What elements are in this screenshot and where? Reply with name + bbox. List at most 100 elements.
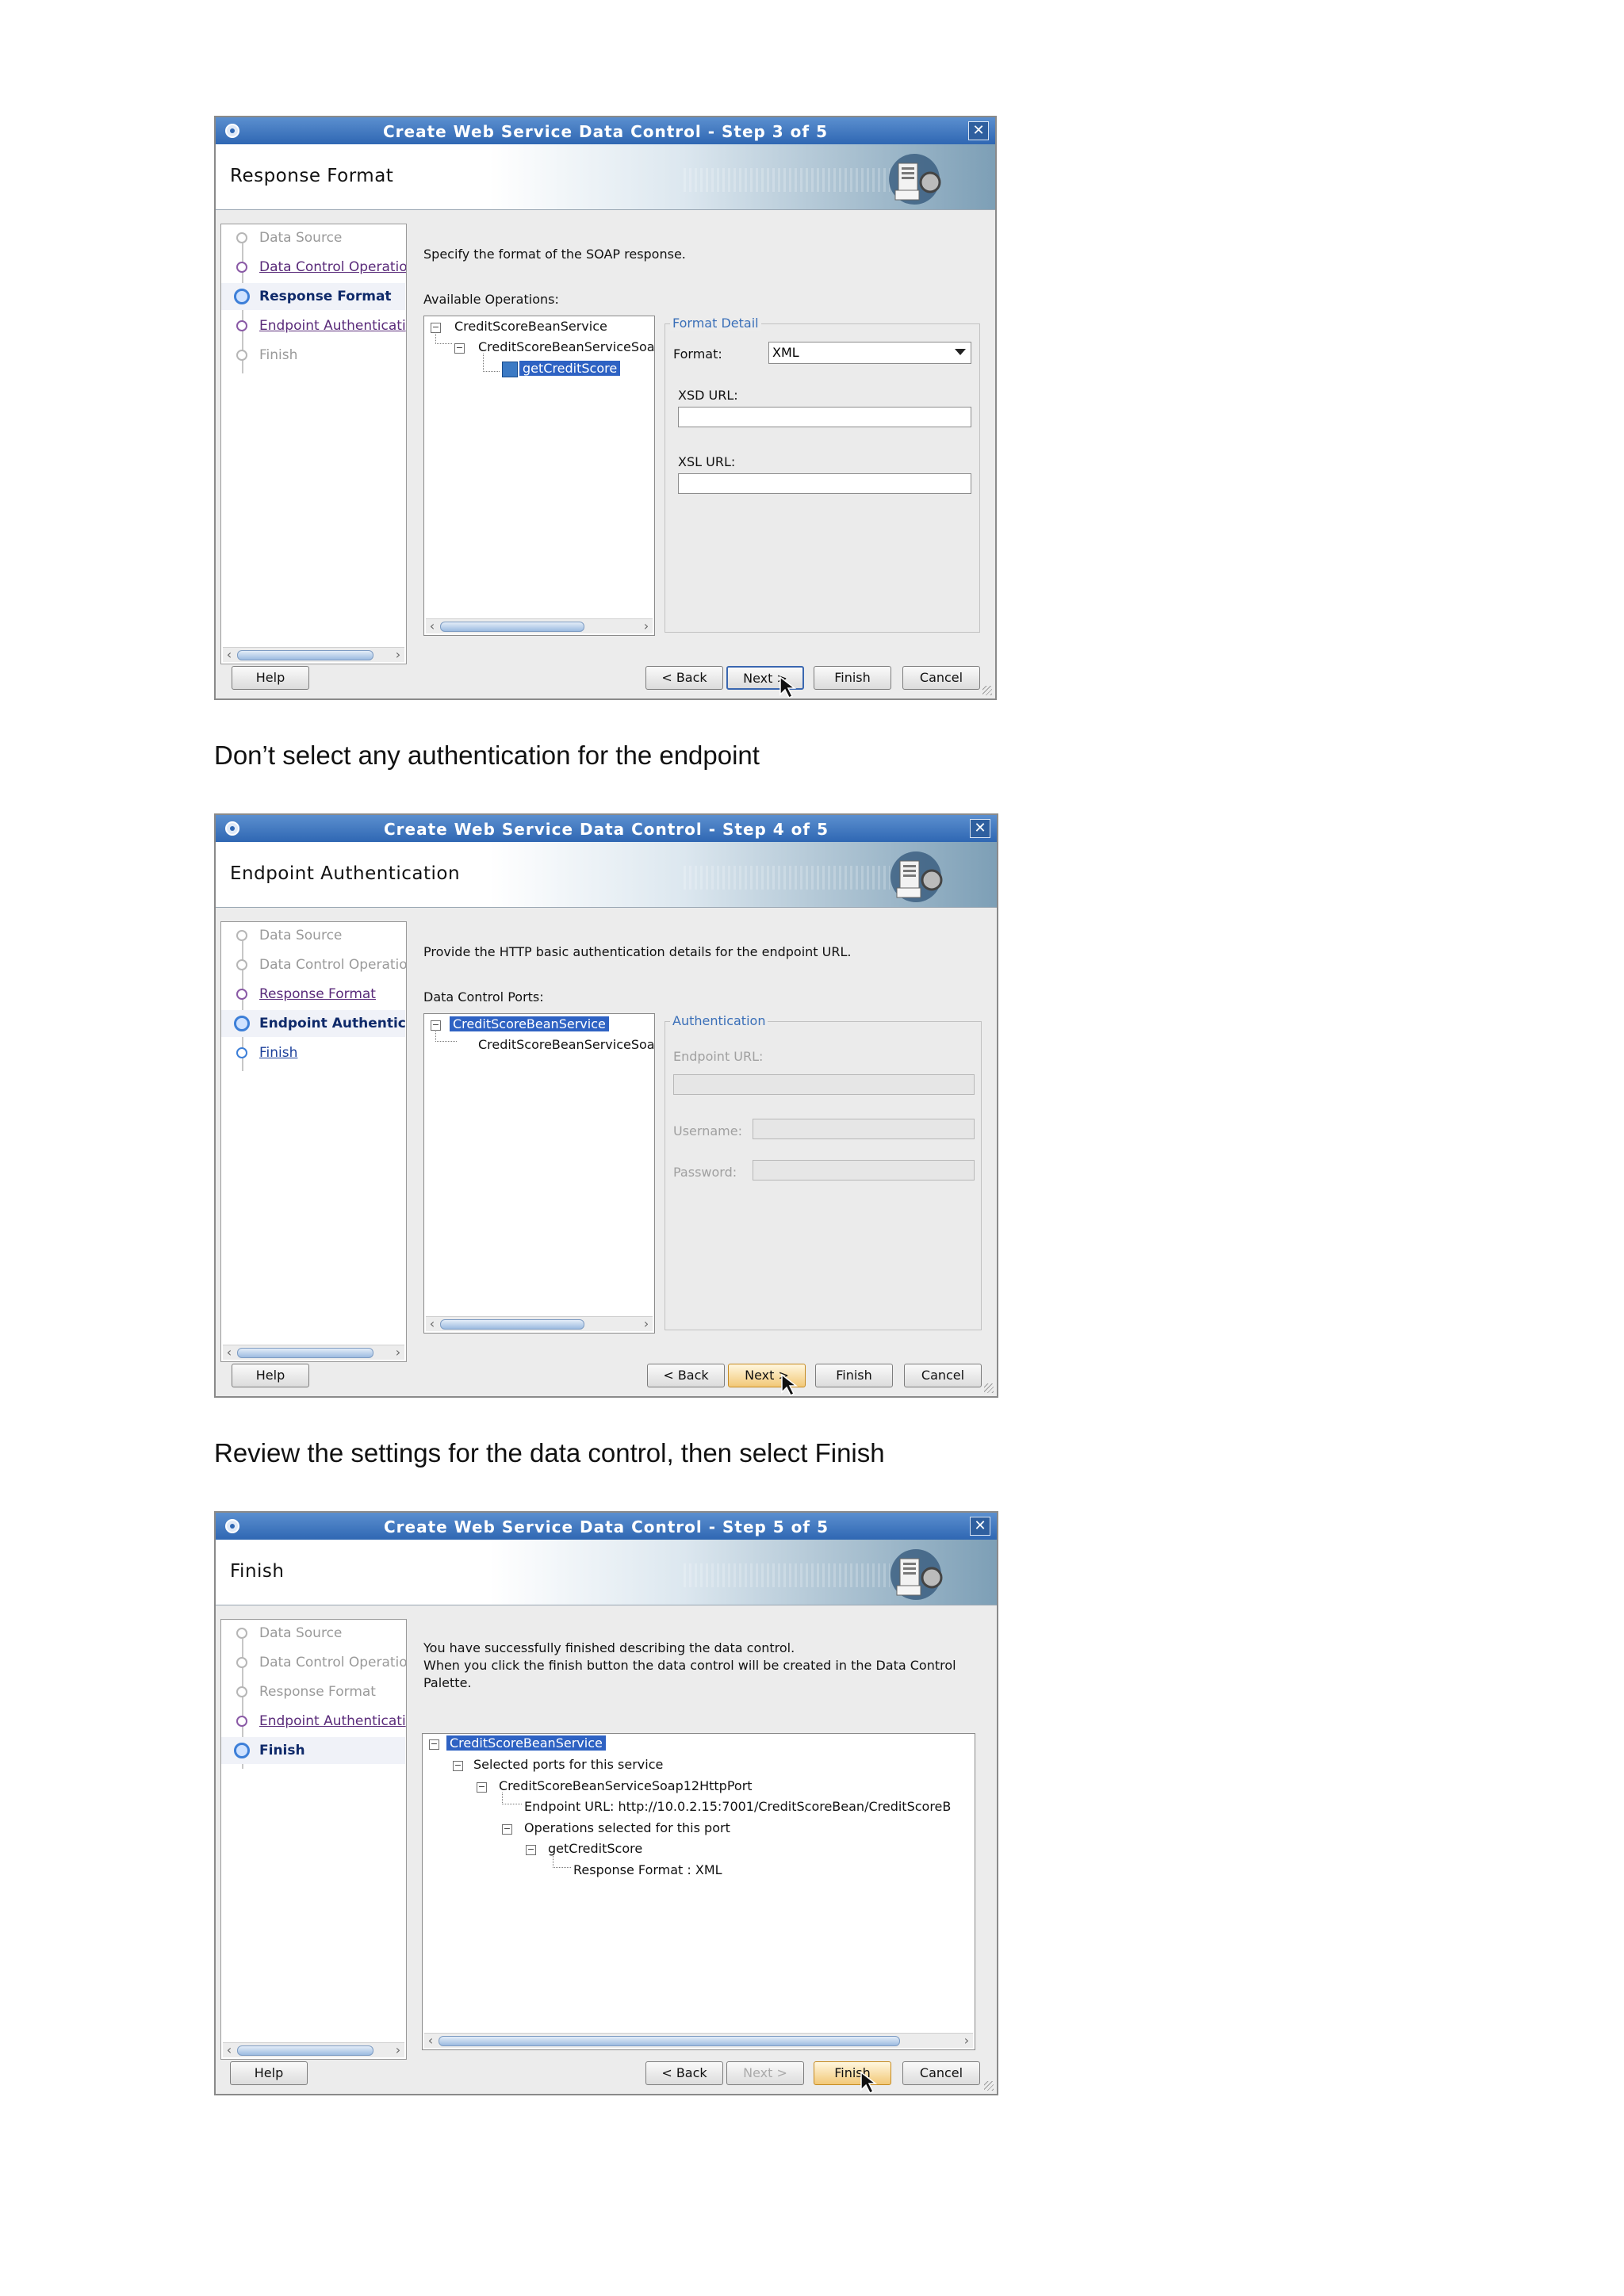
collapse-icon[interactable]: − (477, 1782, 487, 1793)
collapse-icon[interactable]: − (453, 1761, 463, 1771)
title-bar[interactable]: Create Web Service Data Control - Step 5… (216, 1513, 997, 1540)
endpoint-url-input[interactable] (673, 1074, 975, 1095)
format-label: Format: (673, 346, 722, 362)
xsd-url-label: XSD URL: (678, 388, 738, 403)
tree-scrollbar[interactable]: ‹ › (426, 618, 653, 633)
scroll-right-icon[interactable]: › (392, 2042, 404, 2057)
step-response-format: Response Format (221, 283, 405, 310)
step-data-control-operations: Data Control Operatio (221, 951, 406, 978)
step-finish: Finish (221, 342, 405, 369)
step-description: Specify the format of the SOAP response. (423, 247, 686, 262)
back-button[interactable]: < Back (645, 2061, 723, 2085)
summary-tree[interactable]: − CreditScoreBeanService − Selected port… (422, 1733, 975, 2050)
scroll-right-icon[interactable]: › (640, 1316, 653, 1331)
collapse-icon[interactable]: − (502, 1824, 512, 1835)
tree-node-port[interactable]: CreditScoreBeanServiceSoa (478, 339, 654, 354)
scroll-right-icon[interactable]: › (640, 618, 653, 633)
header-logo-icon (891, 851, 943, 902)
step-response-format[interactable]: Response Format (221, 981, 405, 1008)
collapse-icon[interactable]: − (526, 1845, 536, 1855)
mouse-cursor-icon (860, 2071, 878, 2095)
collapse-icon[interactable]: − (454, 343, 465, 354)
finish-button[interactable]: Finish (815, 1364, 893, 1387)
tree-node-service-selected[interactable]: CreditScoreBeanService (449, 1016, 610, 1032)
description-line: When you click the finish button the dat… (423, 1658, 956, 1673)
tree-node-operations[interactable]: Operations selected for this port (524, 1820, 730, 1835)
format-select[interactable]: XML (768, 342, 971, 364)
tree-node-response-format[interactable]: Response Format : XML (573, 1862, 722, 1877)
steps-scrollbar[interactable]: ‹ › (223, 1345, 404, 1360)
wizard-header: Endpoint Authentication (216, 842, 997, 908)
available-operations-label: Available Operations: (423, 292, 559, 307)
xsl-url-input[interactable] (678, 473, 971, 494)
xsd-url-input[interactable] (678, 407, 971, 427)
cancel-button[interactable]: Cancel (902, 666, 980, 690)
format-detail-group: Format Detail Format: XML XSD URL: XSL U… (665, 316, 980, 633)
dialog-step-3: Create Web Service Data Control - Step 3… (214, 116, 997, 700)
step-endpoint-authentication[interactable]: Endpoint Authenticati (221, 1708, 406, 1735)
tree-node-operation-selected[interactable]: getCreditScore (518, 360, 622, 377)
scroll-left-icon[interactable]: ‹ (426, 1316, 439, 1331)
tree-node-service[interactable]: CreditScoreBeanService (454, 319, 607, 334)
cancel-button[interactable]: Cancel (904, 1364, 982, 1387)
next-button-disabled: Next > (726, 2061, 804, 2085)
steps-scrollbar[interactable]: ‹ › (223, 2042, 404, 2057)
scroll-right-icon[interactable]: › (392, 1345, 404, 1360)
cancel-button[interactable]: Cancel (902, 2061, 980, 2085)
tree-node-port[interactable]: CreditScoreBeanServiceSoa (478, 1037, 654, 1052)
username-input[interactable] (753, 1119, 975, 1139)
format-value: XML (772, 345, 799, 360)
dialog-step-4: Create Web Service Data Control - Step 4… (214, 813, 998, 1398)
endpoint-url-label: Endpoint URL: (673, 1049, 764, 1064)
steps-scrollbar[interactable]: ‹ › (223, 647, 404, 662)
scroll-right-icon[interactable]: › (392, 647, 404, 662)
caption-review: Review the settings for the data control… (214, 1438, 885, 1468)
collapse-icon[interactable]: − (429, 1739, 439, 1750)
scroll-left-icon[interactable]: ‹ (223, 2042, 236, 2057)
resize-grip[interactable] (982, 686, 992, 695)
password-input[interactable] (753, 1160, 975, 1181)
resize-grip[interactable] (984, 1383, 994, 1393)
chevron-down-icon[interactable] (955, 349, 966, 355)
finish-button[interactable]: Finish (814, 666, 891, 690)
tree-scrollbar[interactable]: ‹ › (424, 2033, 973, 2048)
step-data-source: Data Source (221, 922, 405, 949)
ports-tree[interactable]: − CreditScoreBeanService CreditScoreBean… (423, 1013, 655, 1334)
header-title: Endpoint Authentication (230, 863, 461, 884)
scroll-left-icon[interactable]: ‹ (424, 2033, 437, 2048)
scroll-left-icon[interactable]: ‹ (223, 647, 236, 662)
operation-icon (502, 362, 518, 377)
tree-scrollbar[interactable]: ‹ › (426, 1316, 653, 1331)
wizard-header: Response Format (216, 144, 995, 210)
title-bar[interactable]: Create Web Service Data Control - Step 4… (216, 815, 997, 842)
close-icon[interactable]: ✕ (970, 819, 990, 838)
scroll-right-icon[interactable]: › (960, 2033, 973, 2048)
step-data-control-operations[interactable]: Data Control Operatio (221, 254, 406, 281)
help-button[interactable]: Help (230, 2061, 308, 2085)
help-button[interactable]: Help (232, 1364, 309, 1387)
mouse-cursor-icon (781, 1373, 799, 1397)
step-finish[interactable]: Finish (221, 1039, 405, 1066)
tree-node-selected-ports[interactable]: Selected ports for this service (473, 1757, 663, 1772)
step-endpoint-authentication: Endpoint Authenticat (221, 1010, 406, 1037)
tree-node-port[interactable]: CreditScoreBeanServiceSoap12HttpPort (499, 1778, 753, 1793)
tree-node-operation[interactable]: getCreditScore (548, 1841, 642, 1856)
header-watermark (684, 1563, 890, 1587)
scroll-left-icon[interactable]: ‹ (426, 618, 439, 633)
tree-node-service-selected[interactable]: CreditScoreBeanService (446, 1735, 607, 1751)
close-icon[interactable]: ✕ (970, 1517, 990, 1536)
step-description: Provide the HTTP basic authentication de… (423, 944, 852, 959)
header-title: Response Format (230, 166, 394, 186)
tree-node-endpoint-url[interactable]: Endpoint URL: http://10.0.2.15:7001/Cred… (524, 1799, 951, 1814)
resize-grip[interactable] (984, 2081, 994, 2091)
step-endpoint-authentication[interactable]: Endpoint Authenticati (221, 312, 406, 339)
header-watermark (684, 168, 890, 192)
operations-tree[interactable]: − CreditScoreBeanService − CreditScoreBe… (423, 316, 655, 636)
back-button[interactable]: < Back (645, 666, 723, 690)
close-icon[interactable]: ✕ (968, 121, 989, 140)
title-bar[interactable]: Create Web Service Data Control - Step 3… (216, 117, 995, 144)
description-line: Palette. (423, 1675, 472, 1690)
help-button[interactable]: Help (232, 666, 309, 690)
back-button[interactable]: < Back (647, 1364, 725, 1387)
scroll-left-icon[interactable]: ‹ (223, 1345, 236, 1360)
